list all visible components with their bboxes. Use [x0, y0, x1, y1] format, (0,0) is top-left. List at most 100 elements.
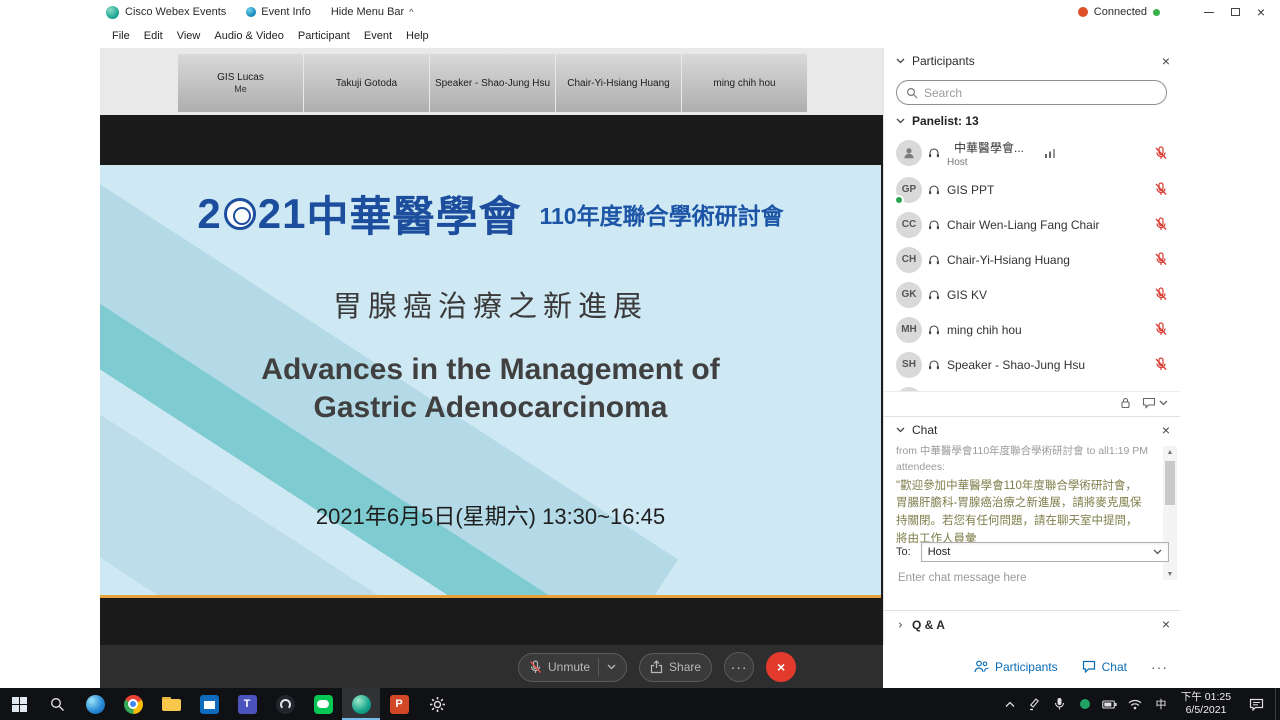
menu-file[interactable]: File: [105, 24, 137, 48]
participant-row[interactable]: GP GIS PPT: [884, 172, 1180, 207]
participant-row[interactable]: CC Chair Wen-Liang Fang Chair: [884, 207, 1180, 242]
search-icon: [906, 87, 918, 99]
taskbar-clock[interactable]: 下午 01:25 6/5/2021: [1175, 691, 1237, 717]
close-chat-icon[interactable]: ×: [1162, 417, 1170, 443]
participant-row[interactable]: CH Chair-Yi-Hsiang Huang: [884, 242, 1180, 277]
unmute-button[interactable]: Unmute: [518, 653, 627, 682]
participant-name: GIS KV: [947, 288, 987, 302]
webex-icon: [352, 695, 371, 714]
tray-mic-button[interactable]: [1047, 688, 1072, 720]
recipient-select[interactable]: Host: [921, 542, 1169, 562]
taskbar-webex-app-active[interactable]: [342, 688, 380, 720]
tray-network-button[interactable]: [1122, 688, 1147, 720]
participant-role: Host: [947, 157, 1024, 168]
slide-date: 2021年6月5日(星期六) 13:30~16:45: [100, 499, 881, 531]
participant-search[interactable]: [896, 80, 1167, 105]
close-participants-icon[interactable]: ×: [1162, 48, 1170, 74]
taskbar-explorer-app[interactable]: [152, 688, 190, 720]
notification-icon: [1249, 698, 1264, 711]
connection-dot-icon: [1078, 7, 1088, 17]
tray-pen-button[interactable]: [1022, 688, 1047, 720]
lock-icon[interactable]: [1119, 396, 1132, 409]
mic-muted-icon[interactable]: [1154, 146, 1168, 161]
taskbar-settings-app[interactable]: [418, 688, 456, 720]
chat-toggle-button[interactable]: Chat: [1082, 660, 1127, 674]
search-input[interactable]: [924, 86, 1144, 100]
wifi-icon: [1128, 699, 1142, 710]
participants-toggle-button[interactable]: Participants: [974, 660, 1058, 674]
pen-icon: [1028, 698, 1041, 711]
start-button[interactable]: [0, 688, 38, 720]
show-desktop-button[interactable]: [1275, 688, 1280, 720]
taskbar-line-app[interactable]: [304, 688, 342, 720]
video-thumbnail[interactable]: Speaker - Shao-Jung Hsu: [430, 54, 555, 112]
mic-muted-icon[interactable]: [1154, 357, 1168, 372]
avatar: [896, 140, 922, 166]
chevron-down-icon: [896, 118, 905, 124]
tray-webex-button[interactable]: [1072, 688, 1097, 720]
participant-row[interactable]: MH ming chih hou: [884, 312, 1180, 347]
avatar: SH: [896, 352, 922, 378]
mic-muted-icon[interactable]: [1154, 217, 1168, 232]
menu-edit[interactable]: Edit: [137, 24, 170, 48]
video-thumbnail[interactable]: ming chih hou: [682, 54, 807, 112]
close-button[interactable]: ×: [1248, 0, 1274, 24]
scroll-down-icon[interactable]: ▼: [1167, 568, 1174, 580]
share-button[interactable]: Share: [639, 653, 712, 682]
panelist-group-header[interactable]: Panelist: 13: [896, 114, 979, 128]
meeting-controls-bar: Unmute Share ··· ×: [100, 645, 883, 688]
chevron-down-icon[interactable]: [896, 58, 905, 64]
event-info-button[interactable]: Event Info: [246, 6, 311, 18]
video-thumbnail[interactable]: Takuji Gotoda: [304, 54, 429, 112]
taskbar-powerpoint-app[interactable]: P: [380, 688, 418, 720]
mic-muted-icon[interactable]: [1154, 252, 1168, 267]
mic-muted-icon[interactable]: [1154, 287, 1168, 302]
maximize-button[interactable]: [1222, 0, 1248, 24]
minimize-button[interactable]: [1196, 0, 1222, 24]
menu-view[interactable]: View: [170, 24, 208, 48]
scrollbar-thumb[interactable]: [1165, 461, 1175, 505]
tray-hidden-icons-button[interactable]: [997, 688, 1022, 720]
participant-name: GIS PPT: [947, 183, 994, 197]
slide-title: 2 21 中華醫學會 110年度聯合學術研討會: [100, 183, 881, 244]
participant-row-host[interactable]: 中華醫學會... Host: [884, 134, 1180, 172]
panel-toggle-bar: Participants Chat ···: [883, 645, 1280, 688]
menu-help[interactable]: Help: [399, 24, 436, 48]
language-indicator[interactable]: 中: [1147, 688, 1175, 720]
tray-battery-button[interactable]: [1097, 688, 1122, 720]
taskbar-obs-app[interactable]: [266, 688, 304, 720]
taskbar-outlook-app[interactable]: [190, 688, 228, 720]
close-qa-icon[interactable]: ×: [1162, 611, 1170, 637]
chat-panel-header: Chat ×: [884, 416, 1180, 442]
avatar: CC: [896, 212, 922, 238]
participant-name: Speaker - Shao-Jung Hsu: [947, 358, 1085, 372]
action-center-button[interactable]: [1237, 688, 1275, 720]
more-panels-button[interactable]: ···: [1151, 659, 1168, 675]
menu-participant[interactable]: Participant: [291, 24, 357, 48]
taskbar-edge-app[interactable]: [76, 688, 114, 720]
leave-meeting-button[interactable]: ×: [766, 652, 796, 682]
taskbar-teams-app[interactable]: T: [228, 688, 266, 720]
chat-options-button[interactable]: [1142, 397, 1168, 409]
mic-muted-icon[interactable]: [1154, 182, 1168, 197]
chat-message-input[interactable]: [898, 572, 1158, 584]
battery-icon: [1102, 700, 1117, 709]
scroll-up-icon[interactable]: ▲: [1167, 446, 1174, 458]
taskbar-search-button[interactable]: [38, 688, 76, 720]
chevron-right-icon[interactable]: [896, 622, 905, 628]
participant-row-partial[interactable]: [884, 382, 1180, 391]
mic-muted-icon[interactable]: [1154, 322, 1168, 337]
network-ok-icon: [1153, 9, 1160, 16]
chat-message-time: 1:19 PM: [1109, 444, 1148, 460]
chevron-down-icon[interactable]: [896, 427, 905, 433]
hide-menu-bar-button[interactable]: Hide Menu Bar ^: [331, 6, 414, 18]
more-options-button[interactable]: ···: [724, 652, 754, 682]
chevron-down-icon[interactable]: [607, 664, 616, 670]
taskbar-chrome-app[interactable]: [114, 688, 152, 720]
video-thumbnail[interactable]: Chair-Yi-Hsiang Huang: [556, 54, 681, 112]
participant-row[interactable]: GK GIS KV: [884, 277, 1180, 312]
video-thumbnail-self[interactable]: GIS Lucas Me: [178, 54, 303, 112]
participant-row[interactable]: SH Speaker - Shao-Jung Hsu: [884, 347, 1180, 382]
menu-audio-video[interactable]: Audio & Video: [207, 24, 291, 48]
menu-event[interactable]: Event: [357, 24, 399, 48]
